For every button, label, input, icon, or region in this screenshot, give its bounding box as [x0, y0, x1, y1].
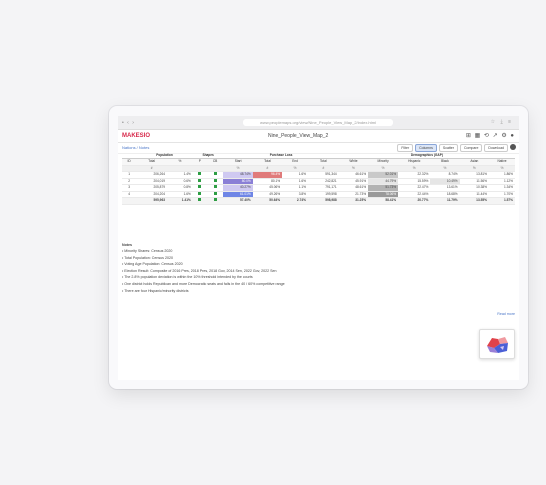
cell: 13.55%	[459, 197, 489, 205]
cell: 1.57%	[488, 197, 515, 205]
browser-nav-icons[interactable]: • ‹ ›	[122, 120, 135, 126]
header-icons[interactable]: ⊞ ▦ ⟲ ↗ ⚙ ●	[466, 132, 515, 139]
note-item: • Election Result: Composite of 2016 Pre…	[122, 268, 277, 273]
header-action-icons[interactable]: ⊞ ▦ ⟲ ↗ ⚙ ●	[466, 133, 515, 139]
browser-action-icons[interactable]: ☆ ⤓ ≡	[491, 119, 513, 125]
note-item: • Total Population: Census 2020	[122, 255, 173, 260]
cell: 1.41%	[167, 197, 193, 205]
district-stats-table: Population Shapes Purchase Loss Demograp…	[122, 152, 515, 205]
shape-ok-icon	[206, 197, 224, 205]
app-header: MAKESIO Nine_People_View_Map_2 ⊞ ▦ ⟲ ↗ ⚙…	[118, 130, 519, 143]
tablet-frame: • ‹ › www.peoplemaps.org/view/Nine_Peopl…	[109, 106, 528, 389]
notes-title: Notes	[122, 243, 132, 247]
scatter-button[interactable]: Scatter	[438, 144, 459, 152]
cell: 58.41%	[368, 197, 399, 205]
download-button[interactable]: Download	[484, 144, 508, 152]
note-item: • Voting Age Population: Census 2020	[122, 262, 183, 267]
read-more-link[interactable]: Read more	[497, 312, 515, 316]
document-title[interactable]: Nine_People_View_Map_2	[268, 133, 328, 139]
notes-section: Notes • Minority Shares: Census 2020 • T…	[122, 243, 502, 295]
toolbar-buttons: Filter Columns Scatter Compare Download	[397, 144, 516, 152]
compare-button[interactable]: Compare	[460, 144, 483, 152]
table-total-row: 595,963 1.41% 57.40% 50.64% 2.74% 598,98…	[122, 197, 515, 205]
browser-toolbar: • ‹ › www.peoplemaps.org/view/Nine_Peopl…	[118, 116, 519, 130]
map-thumbnail[interactable]	[479, 329, 515, 359]
cell: 2.74%	[282, 197, 308, 205]
note-item: • There are four Hispanic/minority distr…	[122, 288, 189, 293]
cell: 50.64%	[252, 197, 283, 205]
district-map-icon	[487, 337, 508, 353]
note-item: • Minority Shares: Census 2020	[122, 249, 173, 253]
filter-button[interactable]: Filter	[397, 144, 414, 152]
cell: 598,988	[307, 197, 339, 205]
cell: 11.79%	[430, 197, 460, 205]
cell: 57.40%	[223, 197, 253, 205]
note-item: • One district holds Republican and more…	[122, 281, 285, 286]
cell	[122, 197, 137, 205]
shape-ok-icon	[192, 197, 207, 205]
note-item: • The 2.8% population deviation is withi…	[122, 275, 253, 280]
cell: 20.77%	[398, 197, 431, 205]
cell: 31.25%	[338, 197, 369, 205]
settings-icon[interactable]	[510, 144, 516, 150]
app-screen: • ‹ › www.peoplemaps.org/view/Nine_Peopl…	[118, 116, 519, 380]
address-bar[interactable]: www.peoplemaps.org/view/Nine_People_View…	[243, 119, 393, 126]
cell: 595,963	[136, 197, 167, 205]
columns-button[interactable]: Columns	[415, 144, 437, 152]
app-logo[interactable]: MAKESIO	[122, 133, 150, 139]
breadcrumb[interactable]: Nations / Notes	[122, 145, 149, 150]
